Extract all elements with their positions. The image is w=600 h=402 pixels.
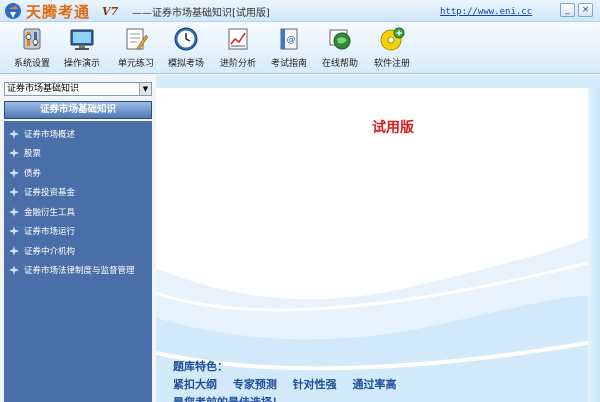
toolbar-label: 单元练习 bbox=[117, 59, 154, 69]
feature-item: 专家预测 bbox=[232, 378, 277, 391]
chapter-item[interactable]: 证券市场法律制度与监督管理 bbox=[4, 261, 152, 281]
exam-guide-button[interactable]: @ 考试指南 bbox=[263, 24, 315, 72]
toolbar-label: 在线帮助 bbox=[321, 59, 358, 69]
monitor-icon bbox=[70, 29, 94, 50]
chapter-label: 证券中介机构 bbox=[24, 246, 76, 257]
minimize-button[interactable]: _ bbox=[560, 3, 575, 17]
subject-select-value: 证券市场基础知识 bbox=[7, 84, 80, 94]
chapter-item[interactable]: 债券 bbox=[4, 163, 152, 183]
title-bar: 天腾考通 V7 ——证券市场基础知识[试用版] http://www.eni.c… bbox=[0, 0, 600, 22]
gear-bullet-icon bbox=[9, 187, 19, 198]
gear-bullet-icon bbox=[9, 148, 19, 159]
settings-icon bbox=[23, 28, 41, 50]
chapter-label: 债券 bbox=[24, 168, 42, 179]
features-list: 紧扣大纲 专家预测 针对性强 通过率高 bbox=[173, 376, 409, 392]
register-button[interactable]: 软件注册 bbox=[366, 24, 418, 72]
chapter-item[interactable]: 证券市场运行 bbox=[4, 222, 152, 242]
trial-label: 试用版 bbox=[372, 120, 414, 136]
app-version: V7 bbox=[102, 5, 119, 18]
globe-help-icon bbox=[329, 29, 351, 50]
chapter-item[interactable]: 证券市场概述 bbox=[4, 124, 152, 144]
close-button[interactable]: × bbox=[578, 3, 593, 17]
app-name: 天腾考通 bbox=[26, 3, 91, 21]
unit-practice-button[interactable]: 单元练习 bbox=[110, 24, 162, 72]
toolbar-label: 进阶分析 bbox=[219, 59, 256, 69]
feature-item: 通过率高 bbox=[352, 378, 397, 391]
toolbar-label: 系统设置 bbox=[13, 59, 50, 69]
toolbar: 系统设置 操作演示 单元练习 模拟考场 进阶分析 @ 考试指南 在线帮助 软件注… bbox=[0, 22, 600, 74]
chapter-item[interactable]: 证券投资基金 bbox=[4, 183, 152, 203]
feature-item: 针对性强 bbox=[292, 378, 337, 391]
feature-item: 紧扣大纲 bbox=[173, 378, 217, 391]
toolbar-label: 考试指南 bbox=[270, 59, 307, 69]
chapter-label: 证券市场概述 bbox=[24, 129, 76, 140]
chapter-item[interactable]: 金融衍生工具 bbox=[4, 202, 152, 222]
demo-button[interactable]: 操作演示 bbox=[56, 24, 108, 72]
toolbar-label: 软件注册 bbox=[373, 59, 410, 69]
chapter-label: 金融衍生工具 bbox=[24, 207, 76, 218]
features-title: 题库特色： bbox=[173, 360, 228, 373]
window-title: ——证券市场基础知识[试用版] bbox=[132, 8, 270, 19]
sidebar: 证券市场基础知识 ▼ 证券市场基础知识 证券市场概述 股票 债券 证券投资基金 … bbox=[0, 75, 156, 402]
website-link[interactable]: http://www.eni.cc bbox=[440, 7, 532, 17]
category-header[interactable]: 证券市场基础知识 bbox=[4, 101, 152, 119]
guide-book-icon: @ bbox=[280, 28, 298, 50]
chapter-item[interactable]: 证券中介机构 bbox=[4, 241, 152, 261]
online-help-button[interactable]: 在线帮助 bbox=[314, 24, 366, 72]
chapter-item[interactable]: 股票 bbox=[4, 144, 152, 164]
gear-bullet-icon bbox=[9, 265, 19, 276]
document-edit-icon bbox=[126, 28, 149, 51]
chart-icon bbox=[228, 28, 248, 50]
chevron-down-icon[interactable]: ▼ bbox=[139, 83, 151, 95]
register-disc-icon bbox=[380, 27, 405, 51]
gear-bullet-icon bbox=[9, 226, 19, 237]
clock-icon bbox=[174, 27, 198, 51]
toolbar-label: 操作演示 bbox=[63, 59, 100, 69]
gear-bullet-icon bbox=[9, 206, 19, 217]
gear-bullet-icon bbox=[9, 245, 19, 256]
gear-bullet-icon bbox=[9, 167, 19, 178]
chapter-label: 股票 bbox=[24, 149, 42, 160]
svg-text:@: @ bbox=[287, 35, 296, 45]
chapter-list: 证券市场概述 股票 债券 证券投资基金 金融衍生工具 证券市场运行 证券中介机构 bbox=[4, 121, 152, 402]
mock-exam-button[interactable]: 模拟考场 bbox=[160, 24, 212, 72]
main-content: 试用版 题库特色： 紧扣大纲 专家预测 针对性强 通过率高 是您考前的最佳选择！ bbox=[156, 75, 600, 402]
content-area: 试用版 题库特色： 紧扣大纲 专家预测 针对性强 通过率高 是您考前的最佳选择！ bbox=[156, 88, 588, 402]
app-logo-icon bbox=[5, 3, 21, 19]
advanced-analysis-button[interactable]: 进阶分析 bbox=[212, 24, 264, 72]
chapter-label: 证券市场法律制度与监督管理 bbox=[24, 266, 135, 277]
toolbar-label: 模拟考场 bbox=[167, 59, 204, 69]
chapter-label: 证券市场运行 bbox=[24, 227, 76, 238]
chapter-label: 证券投资基金 bbox=[24, 188, 76, 199]
gear-bullet-icon bbox=[9, 128, 19, 139]
right-border bbox=[588, 88, 600, 402]
system-settings-button[interactable]: 系统设置 bbox=[6, 24, 58, 72]
subject-select[interactable]: 证券市场基础知识 ▼ bbox=[4, 82, 152, 96]
closing-line: 是您考前的最佳选择！ bbox=[173, 394, 283, 402]
